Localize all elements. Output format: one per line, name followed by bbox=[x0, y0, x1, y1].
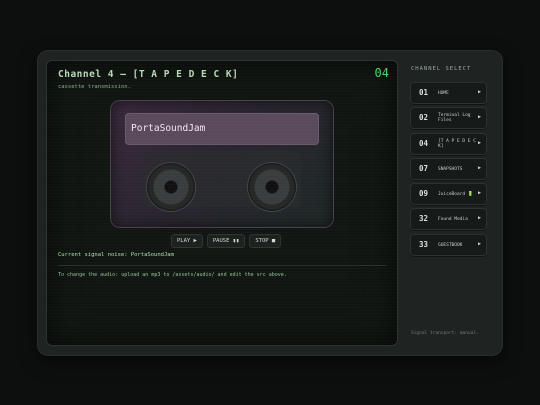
sidebar-item-number: 32 bbox=[419, 214, 429, 223]
right-reel-icon bbox=[248, 163, 296, 211]
sidebar-item-number: 33 bbox=[419, 240, 429, 249]
playback-controls: PLAY ▶ PAUSE ▮▮ STOP ■ bbox=[171, 234, 282, 248]
sidebar-item-label: HOME bbox=[438, 91, 449, 96]
channel-number: 04 bbox=[374, 66, 389, 80]
channel-screen: Channel 4 — [T A P E D E C K] 04 cassett… bbox=[46, 60, 398, 346]
sidebar-item-number: 01 bbox=[419, 88, 429, 97]
arrow-right-icon: ▶ bbox=[477, 215, 481, 221]
signal-status: Signal transport: manual. bbox=[411, 331, 479, 336]
help-text: To change the audio: upload an mp3 to /a… bbox=[58, 272, 287, 278]
sidebar-item-tapedeck[interactable]: 04 [T A P E D E C K] ▶ bbox=[410, 133, 487, 155]
pause-button[interactable]: PAUSE ▮▮ bbox=[206, 234, 246, 248]
cassette-illustration: PortaSoundJam bbox=[111, 101, 333, 227]
arrow-right-icon: ▶ bbox=[477, 140, 481, 146]
sidebar-item-label: Found Media bbox=[438, 217, 468, 222]
arrow-right-icon: ▶ bbox=[477, 89, 481, 95]
arrow-right-icon: ▶ bbox=[477, 165, 481, 171]
sidebar-item-terminal-log-files[interactable]: 02 Terminal Log Files ▶ bbox=[410, 107, 487, 129]
sidebar-item-label: JuiceBoard 🔋 bbox=[438, 192, 474, 197]
sidebar-item-label: SNAPSHOTS bbox=[438, 167, 463, 172]
arrow-right-icon: ▶ bbox=[477, 114, 481, 120]
now-playing-text: Current signal noise: PortaSoundJam bbox=[58, 252, 174, 258]
arrow-right-icon: ▶ bbox=[477, 241, 481, 247]
cassette-label: PortaSoundJam bbox=[125, 113, 319, 145]
left-reel-icon bbox=[147, 163, 195, 211]
sidebar-item-number: 04 bbox=[419, 139, 429, 148]
sidebar-item-guestbook[interactable]: 33 GUESTBOOK ▶ bbox=[410, 234, 487, 256]
page-title: Channel 4 — [T A P E D E C K] bbox=[58, 69, 239, 80]
sidebar-item-home[interactable]: 01 HOME ▶ bbox=[410, 82, 487, 104]
play-button[interactable]: PLAY ▶ bbox=[171, 234, 203, 248]
sidebar-item-number: 09 bbox=[419, 189, 429, 198]
sidebar-item-label: GUESTBOOK bbox=[438, 243, 463, 248]
sidebar-item-juiceboard[interactable]: 09 JuiceBoard 🔋 ▶ bbox=[410, 183, 487, 205]
stop-button[interactable]: STOP ■ bbox=[249, 234, 282, 248]
sidebar-item-label: Terminal Log Files bbox=[438, 113, 471, 123]
channel-subtitle: cassette transmission. bbox=[58, 84, 131, 90]
cassette-label-text: PortaSoundJam bbox=[131, 123, 206, 134]
sidebar-item-snapshots[interactable]: 07 SNAPSHOTS ▶ bbox=[410, 158, 487, 180]
sidebar-item-found-media[interactable]: 32 Found Media ▶ bbox=[410, 208, 487, 230]
sidebar-item-number: 07 bbox=[419, 164, 429, 173]
sidebar-item-number: 02 bbox=[419, 113, 429, 122]
sidebar-item-label: [T A P E D E C K] bbox=[438, 139, 476, 149]
divider bbox=[58, 265, 386, 266]
sidebar-title: CHANNEL SELECT bbox=[411, 66, 472, 72]
arrow-right-icon: ▶ bbox=[477, 190, 481, 196]
